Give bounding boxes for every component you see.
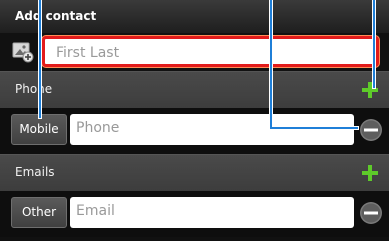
phone-field[interactable]: Phone [70,114,354,145]
email-type-button[interactable]: Other [11,197,67,228]
remove-phone-button[interactable] [359,118,383,142]
plus-icon [362,82,378,98]
minus-icon [360,202,382,224]
email-placeholder: Email [76,203,115,219]
add-email-button[interactable] [360,163,380,183]
phone-section-header: Phone [0,71,389,108]
emails-section-label: Emails [15,165,55,179]
phone-row: Mobile Phone [0,108,389,154]
add-contact-screen: Add contact First Last Phone Mobile Phon… [0,0,389,241]
phone-type-button[interactable]: Mobile [11,114,67,145]
name-field[interactable]: First Last [42,36,379,67]
title-bar: Add contact [0,0,389,33]
screen-title: Add contact [15,9,97,23]
email-field[interactable]: Email [70,197,354,228]
add-phone-button[interactable] [360,80,380,100]
email-row: Other Email [0,191,389,237]
name-placeholder: First Last [56,45,120,61]
phone-section-label: Phone [15,82,53,96]
contact-photo-icon[interactable] [12,41,34,63]
emails-section-header: Emails [0,154,389,191]
remove-email-button[interactable] [359,201,383,225]
phone-placeholder: Phone [76,120,120,136]
minus-icon [360,119,382,141]
plus-icon [362,165,378,181]
name-row: First Last [0,33,389,71]
